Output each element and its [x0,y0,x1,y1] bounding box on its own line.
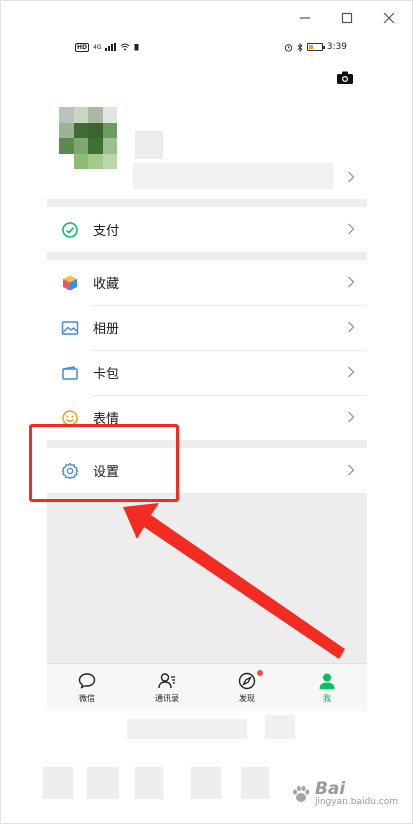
me-person-icon [319,673,335,689]
menu-item-pay[interactable]: 支付 [47,207,367,252]
baidu-paw-icon [292,785,310,802]
phone-screen: HD 4G 3:39 支付 收藏 相册 卡包 表情 设置 微信 通讯录 发现 我 [47,35,367,747]
tab-contacts[interactable]: 通讯录 [127,664,207,711]
wechat-id-blurred [133,163,333,189]
status-bar: HD 4G 3:39 [47,35,367,59]
maximize-icon[interactable] [338,9,356,27]
alarm-icon [284,43,292,52]
tab-discover-label: 发现 [239,694,255,703]
album-photo-icon [61,319,79,337]
avatar[interactable] [59,107,117,169]
network-type: 4G [93,43,102,51]
blurred-area [241,767,269,799]
watermark-brand: Bai [314,779,346,799]
phone-battery-small-icon [134,44,139,51]
menu-item-album[interactable]: 相册 [47,305,367,350]
favorites-cube-icon [61,274,79,292]
phone-bottom-area [47,711,367,747]
close-icon[interactable] [380,9,398,27]
bottom-tab-bar: 微信 通讯录 发现 我 [47,663,367,711]
tab-chats-label: 微信 [79,694,95,703]
app-window: HD 4G 3:39 支付 收藏 相册 卡包 表情 设置 微信 通讯录 发现 我… [0,0,413,824]
camera-icon[interactable] [337,71,353,84]
chevron-right-icon [348,223,355,235]
window-controls [296,9,398,27]
status-time: 3:39 [326,42,347,52]
chevron-right-icon [348,276,355,288]
blurred-area [191,767,221,799]
blurred-area [127,719,247,739]
menu-group-pay: 支付 [47,207,367,252]
bluetooth-icon [297,42,303,52]
blurred-area [87,767,119,799]
blurred-area [43,767,73,799]
tab-me-label: 我 [323,694,331,703]
profile-header[interactable] [47,59,367,199]
menu-item-cards[interactable]: 卡包 [47,350,367,395]
chevron-right-icon [348,366,355,378]
chevron-right-icon [348,321,355,333]
tab-me[interactable]: 我 [287,664,367,711]
menu-item-pay-label: 支付 [93,224,120,239]
profile-chevron-right-icon [348,171,355,183]
blurred-area [135,767,163,799]
discover-compass-icon [238,672,256,690]
discover-badge-dot [257,670,263,676]
chat-bubble-icon [78,673,96,689]
menu-group-main: 收藏 相册 卡包 表情 [47,260,367,440]
card-wallet-icon [61,364,79,382]
section-gap [47,252,367,260]
annotation-highlight-box [29,424,179,502]
chevron-right-icon [348,464,355,476]
tab-contacts-label: 通讯录 [155,694,179,703]
battery-icon [306,43,325,51]
tab-discover[interactable]: 发现 [207,664,287,711]
wifi-icon [121,43,130,51]
nickname-blurred [135,131,163,159]
menu-item-favorites[interactable]: 收藏 [47,260,367,305]
blurred-area [265,715,295,739]
minimize-icon[interactable] [296,9,314,27]
menu-item-favorites-label: 收藏 [93,277,120,292]
chevron-right-icon [348,411,355,423]
hd-badge: HD [75,42,90,52]
contacts-icon [158,673,175,689]
section-gap [47,199,367,207]
watermark-url: jingyan.baidu.com [314,797,398,807]
tab-chats[interactable]: 微信 [47,664,127,711]
menu-item-album-label: 相册 [93,322,120,337]
menu-item-cards-label: 卡包 [93,367,120,382]
signal-icon [105,43,117,51]
pay-check-icon [61,221,79,239]
empty-area [47,493,367,671]
watermark: Bai jingyan.baidu.com [290,781,398,807]
